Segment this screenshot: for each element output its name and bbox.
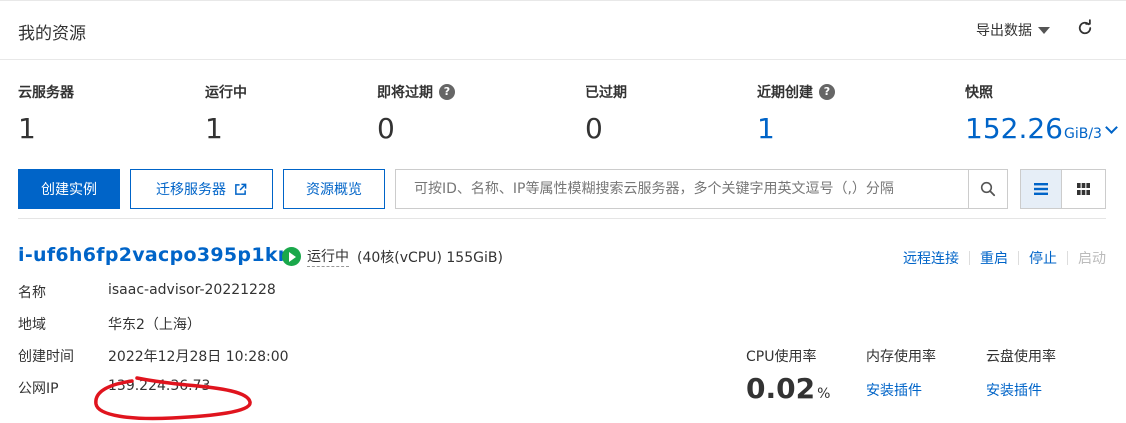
running-status-icon [282, 247, 301, 266]
stat-snapshot: 快照 152.26 GiB/3 [965, 82, 1118, 151]
action-separator [1067, 251, 1068, 265]
memory-install-plugin-link[interactable]: 安装插件 [866, 380, 922, 400]
search-input[interactable] [396, 170, 968, 208]
stat-label: 即将过期 ? [377, 82, 455, 102]
toolbar: 创建实例 迁移服务器 资源概览 [18, 169, 1106, 209]
stat-recent: 近期创建 ? 1 [757, 82, 835, 146]
help-icon[interactable]: ? [439, 84, 455, 100]
stat-value: 1 [18, 112, 36, 145]
list-view-button[interactable] [1020, 169, 1062, 209]
snapshot-number: 152.26 [965, 112, 1063, 145]
instance-id-link[interactable]: i-uf6h6fp2vacpo395p1kr [18, 244, 287, 266]
stat-label: 快照 [965, 85, 993, 101]
field-label-created: 创建时间 [18, 349, 74, 365]
field-value-name: isaac-advisor-20221228 [108, 282, 276, 298]
instance-actions: 远程连接 重启 停止 启动 [903, 248, 1106, 268]
migrate-server-label: 迁移服务器 [156, 182, 226, 198]
list-icon [1034, 183, 1048, 195]
field-label-public-ip: 公网IP [18, 381, 59, 397]
cpu-usage-number: 0.02 [746, 372, 816, 405]
field-value-created: 2022年12月28日 10:28:00 [108, 349, 289, 365]
resource-overview-button[interactable]: 资源概览 [283, 169, 385, 209]
stat-value: 1 [205, 112, 223, 145]
field-value-public-ip: 139.224.36.73 [108, 378, 211, 394]
create-instance-button[interactable]: 创建实例 [18, 169, 120, 209]
field-value-region: 华东2（上海） [108, 317, 201, 333]
stat-expiring: 即将过期 ? 0 [377, 82, 455, 146]
export-data-dropdown[interactable]: 导出数据 [976, 20, 1050, 40]
stat-label-text: 近期创建 [757, 85, 813, 101]
stat-value-link[interactable]: 1 [757, 112, 835, 146]
stat-ecs: 云服务器 1 [18, 82, 74, 146]
migrate-server-button[interactable]: 迁移服务器 [130, 169, 273, 209]
field-label-name: 名称 [18, 285, 46, 301]
stat-label: 已过期 [585, 85, 627, 101]
status-text: 运行中 [307, 246, 349, 267]
instance-spec: (40核(vCPU) 155GiB) [357, 249, 503, 266]
chevron-down-icon [1105, 121, 1118, 134]
search-icon [980, 181, 996, 197]
cpu-usage-unit: % [817, 386, 831, 402]
stat-value: 0 [585, 112, 603, 145]
export-data-label: 导出数据 [976, 23, 1032, 39]
stat-label: 云服务器 [18, 85, 74, 101]
field-label-region: 地域 [18, 317, 46, 333]
stat-label-text: 即将过期 [377, 85, 433, 101]
stat-value: 0 [377, 112, 395, 145]
remote-connect-link[interactable]: 远程连接 [903, 248, 959, 268]
stat-expired: 已过期 0 [585, 82, 627, 146]
page-title: 我的资源 [18, 24, 86, 44]
help-icon[interactable]: ? [819, 84, 835, 100]
resource-stats: 云服务器 1 运行中 1 即将过期 ? 0 已过期 0 近期创建 ? 1 快照 … [0, 82, 1126, 152]
external-link-icon [235, 183, 247, 195]
cpu-usage-value: 0.02 % [746, 372, 830, 405]
cpu-usage-label: CPU使用率 [746, 349, 817, 365]
grid-view-button[interactable] [1061, 169, 1106, 209]
stat-running: 运行中 1 [205, 82, 247, 146]
stop-link[interactable]: 停止 [1029, 248, 1057, 268]
disk-usage-label: 云盘使用率 [986, 349, 1056, 365]
search-box [395, 169, 969, 209]
disk-install-plugin-link[interactable]: 安装插件 [986, 380, 1042, 400]
memory-usage-label: 内存使用率 [866, 349, 936, 365]
action-separator [969, 251, 970, 265]
page-header: 我的资源 导出数据 [0, 0, 1126, 60]
divider [18, 218, 1106, 219]
refresh-icon[interactable] [1076, 19, 1094, 37]
start-link: 启动 [1078, 251, 1106, 267]
snapshot-value[interactable]: 152.26 GiB/3 [965, 112, 1118, 151]
stat-label: 运行中 [205, 85, 247, 101]
snapshot-unit: GiB/3 [1063, 126, 1102, 142]
search-button[interactable] [968, 169, 1008, 209]
stat-label: 近期创建 ? [757, 82, 835, 102]
grid-icon [1077, 183, 1090, 195]
instance-status: 运行中 (40核(vCPU) 155GiB) [282, 246, 503, 267]
restart-link[interactable]: 重启 [980, 248, 1008, 268]
action-separator [1018, 251, 1019, 265]
caret-down-icon [1038, 26, 1050, 34]
